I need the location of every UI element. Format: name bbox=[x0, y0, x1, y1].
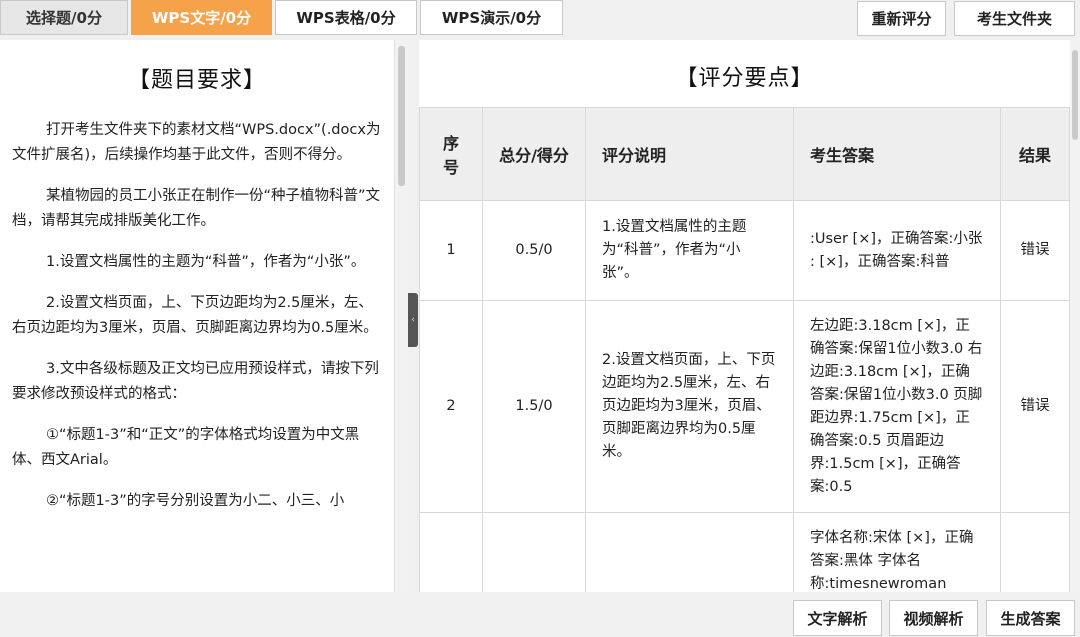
tab-wps-presentation[interactable]: WPS演示/0分 bbox=[420, 0, 563, 35]
requirement-paragraph: 1.设置文档属性的主题为“科普”，作者为“小张”。 bbox=[46, 254, 366, 270]
requirements-scrollbar[interactable] bbox=[394, 40, 408, 592]
rescore-button[interactable]: 重新评分 bbox=[857, 1, 946, 36]
requirements-text: 打开考生文件夹下的素材文档“WPS.docx”(.docx为文件扩展名)，后续操… bbox=[12, 118, 384, 530]
video-analysis-button[interactable]: 视频解析 bbox=[889, 600, 978, 636]
cell-answer: :User [×]，正确答案:小张 : [×]，正确答案:科普 bbox=[793, 200, 1001, 301]
tab-wps-writer[interactable]: WPS文字/0分 bbox=[131, 0, 272, 35]
scrollbar-thumb[interactable] bbox=[1072, 50, 1078, 140]
requirements-title: 【题目要求】 bbox=[127, 68, 266, 93]
requirement-paragraph: 2.设置文档页面，上、下页边距均为2.5厘米，左、右页边距均为3厘米，页眉、页脚… bbox=[12, 295, 378, 336]
cell-desc bbox=[585, 512, 794, 592]
cell-answer: 左边距:3.18cm [×]，正确答案:保留1位小数3.0 右边距:3.18cm… bbox=[793, 300, 1001, 513]
cell-result bbox=[1000, 512, 1070, 592]
collapse-left-icon[interactable]: ‹ bbox=[408, 293, 418, 347]
col-header-score: 总分/得分 bbox=[482, 107, 586, 201]
cell-score: 0.5/0 bbox=[482, 200, 586, 301]
generate-answer-button[interactable]: 生成答案 bbox=[986, 600, 1075, 636]
table-row: 字体名称:宋体 [×]，正确答案:黑体 字体名称:timesnewroman bbox=[419, 512, 1070, 592]
text-analysis-button[interactable]: 文字解析 bbox=[793, 600, 882, 636]
table-header-row: 序号 总分/得分 评分说明 考生答案 结果 bbox=[419, 107, 1070, 201]
scoring-table: 序号 总分/得分 评分说明 考生答案 结果 1 0.5/0 1.设置文档属性的主… bbox=[419, 107, 1070, 592]
requirement-paragraph: 某植物园的员工小张正在制作一份“种子植物科普”文档，请帮其完成排版美化工作。 bbox=[12, 188, 381, 229]
cell-desc: 2.设置文档页面，上、下页边距均为2.5厘米，左、右页边距均为3厘米，页眉、页脚… bbox=[585, 300, 794, 513]
tab-wps-spreadsheet[interactable]: WPS表格/0分 bbox=[275, 0, 417, 35]
col-header-answer: 考生答案 bbox=[793, 107, 1001, 201]
cell-seq bbox=[419, 512, 483, 592]
col-header-seq: 序号 bbox=[419, 107, 483, 201]
cell-seq: 2 bbox=[419, 300, 483, 513]
cell-result: 错误 bbox=[1000, 300, 1070, 513]
requirement-paragraph: ②“标题1-3”的字号分别设置为小二、小三、小 bbox=[46, 493, 345, 509]
cell-score: 1.5/0 bbox=[482, 300, 586, 513]
cell-seq: 1 bbox=[419, 200, 483, 301]
scoring-scrollbar[interactable] bbox=[1070, 40, 1080, 592]
tab-choice[interactable]: 选择题/0分 bbox=[0, 0, 128, 35]
requirement-paragraph: 3.文中各级标题及正文均已应用预设样式，请按下列要求修改预设样式的格式： bbox=[12, 361, 379, 402]
cell-result: 错误 bbox=[1000, 200, 1070, 301]
cell-desc: 1.设置文档属性的主题为“科普”，作者为“小张”。 bbox=[585, 200, 794, 301]
scoring-title: 【评分要点】 bbox=[675, 66, 814, 91]
exam-folder-button[interactable]: 考生文件夹 bbox=[954, 1, 1075, 36]
table-row: 2 1.5/0 2.设置文档页面，上、下页边距均为2.5厘米，左、右页边距均为3… bbox=[419, 300, 1070, 513]
cell-score bbox=[482, 512, 586, 592]
col-header-desc: 评分说明 bbox=[585, 107, 794, 201]
table-row: 1 0.5/0 1.设置文档属性的主题为“科普”，作者为“小张”。 :User … bbox=[419, 200, 1070, 301]
cell-answer: 字体名称:宋体 [×]，正确答案:黑体 字体名称:timesnewroman bbox=[793, 512, 1001, 592]
scoring-panel: 【评分要点】 序号 总分/得分 评分说明 考生答案 结果 1 0.5/0 1.设… bbox=[419, 40, 1070, 592]
requirement-paragraph: 打开考生文件夹下的素材文档“WPS.docx”(.docx为文件扩展名)，后续操… bbox=[12, 122, 381, 163]
col-header-result: 结果 bbox=[1000, 107, 1070, 201]
requirement-paragraph: ①“标题1-3”和“正文”的字体格式均设置为中文黑体、西文Arial。 bbox=[12, 427, 360, 468]
scrollbar-thumb[interactable] bbox=[398, 46, 405, 186]
requirements-panel: 【题目要求】 打开考生文件夹下的素材文档“WPS.docx”(.docx为文件扩… bbox=[0, 40, 407, 592]
